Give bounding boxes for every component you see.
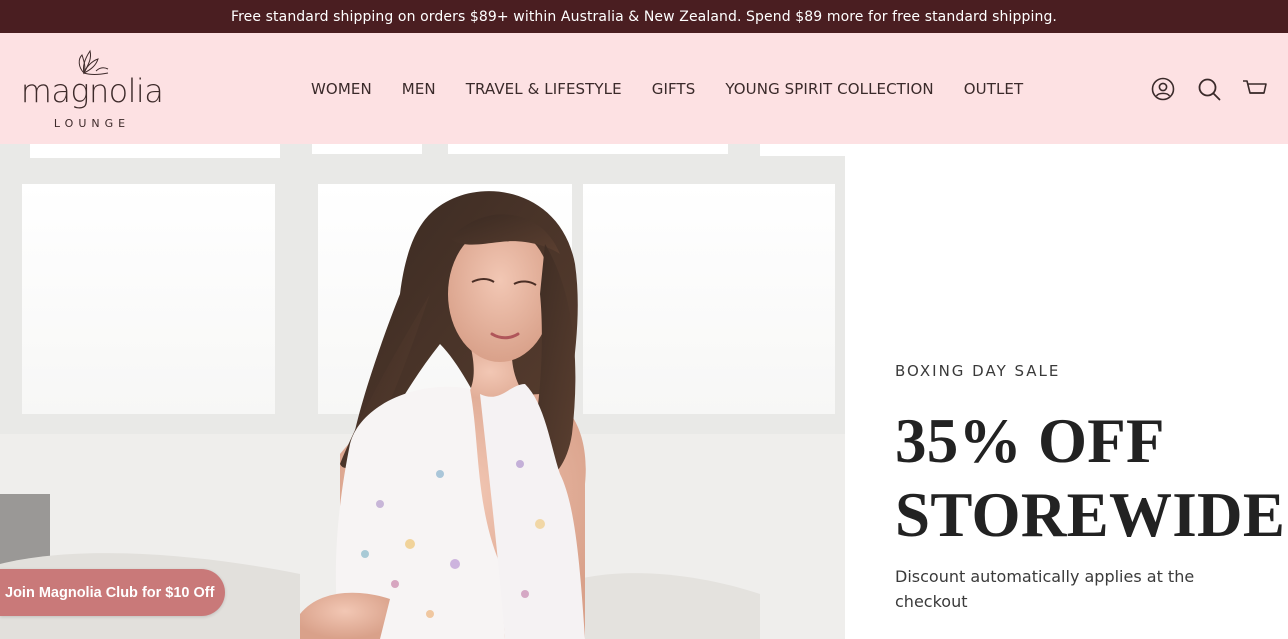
- nav-item-men[interactable]: MEN: [387, 80, 451, 98]
- main-nav: WOMEN MEN TRAVEL & LIFESTYLE GIFTS YOUNG…: [296, 33, 1038, 144]
- nav-item-women[interactable]: WOMEN: [296, 80, 387, 98]
- announcement-text: Free standard shipping on orders $89+ wi…: [231, 8, 1057, 25]
- announcement-bar: Free standard shipping on orders $89+ wi…: [0, 0, 1288, 33]
- nav-item-gifts[interactable]: GIFTS: [637, 80, 711, 98]
- site-header: magnolia LOUNGE WOMEN MEN TRAVEL & LIFES…: [0, 33, 1288, 144]
- hero-photo: [0, 144, 845, 639]
- join-club-button[interactable]: Join Magnolia Club for $10 Off: [0, 569, 225, 616]
- hero-subtext: Discount automatically applies at the ch…: [895, 567, 1195, 611]
- hero-text-panel: BOXING DAY SALE 35% OFF STOREWIDE Discou…: [845, 144, 1288, 639]
- search-icon[interactable]: [1196, 76, 1222, 102]
- header-icons: [1150, 33, 1268, 144]
- hero-image: [0, 144, 845, 639]
- hero-headline: 35% OFF STOREWIDE: [895, 404, 1285, 552]
- hero-eyebrow: BOXING DAY SALE: [895, 362, 1061, 380]
- hero-headline-line2: STOREWIDE: [895, 480, 1286, 550]
- account-icon[interactable]: [1150, 76, 1176, 102]
- nav-item-young-spirit-collection[interactable]: YOUNG SPIRIT COLLECTION: [710, 80, 948, 98]
- hero-headline-line1: 35% OFF: [895, 406, 1165, 476]
- logo-subtitle: LOUNGE: [53, 117, 131, 130]
- nav-item-travel-lifestyle[interactable]: TRAVEL & LIFESTYLE: [451, 80, 637, 98]
- nav-item-outlet[interactable]: OUTLET: [949, 80, 1039, 98]
- cart-icon[interactable]: [1242, 76, 1268, 102]
- logo-link[interactable]: magnolia LOUNGE: [14, 45, 170, 135]
- logo-wordmark: magnolia: [20, 72, 164, 110]
